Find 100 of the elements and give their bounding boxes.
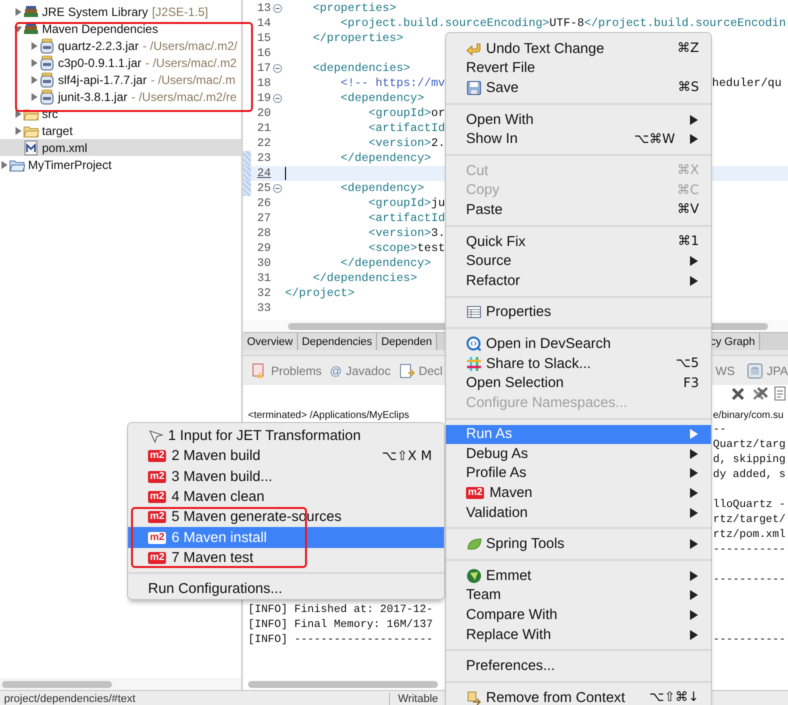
remove-context-icon — [466, 690, 482, 705]
menu-item[interactable]: Save ⌘S — [446, 78, 711, 98]
menu-item[interactable]: Profile As — [446, 464, 711, 484]
code-line: <groupId>or — [368, 107, 446, 120]
expand-arrow-icon[interactable] — [30, 58, 38, 66]
expand-arrow-icon[interactable] — [14, 126, 22, 134]
view-tab[interactable]: Decl — [398, 362, 443, 378]
code-line: heduler/qu — [712, 77, 782, 90]
view-tab[interactable]: JPA — [746, 362, 788, 378]
line-number: 13 — [256, 2, 271, 15]
menu-item[interactable]: m2 7 Maven test — [128, 548, 444, 568]
tree-item[interactable]: c3p0-0.9.1.1.jar - /Users/mac/.m2 — [0, 54, 241, 71]
menu-item[interactable]: Properties — [446, 302, 711, 322]
line-number: 31 — [256, 272, 271, 285]
menu-item[interactable]: m2 6 Maven install — [128, 527, 444, 548]
view-tab[interactable]: WS — [716, 364, 735, 378]
close-all-icon[interactable] — [752, 386, 768, 402]
line-number: 16 — [256, 47, 271, 60]
document-icon[interactable] — [774, 386, 788, 402]
fold-icon[interactable] — [273, 64, 282, 73]
maven-badge-icon: m2 — [148, 552, 166, 564]
tree-item[interactable]: MyTimerProject — [0, 156, 241, 173]
menu-item[interactable]: m2 4 Maven clean — [128, 486, 444, 508]
expand-arrow-icon[interactable] — [14, 110, 22, 118]
menu-item[interactable]: Replace With — [446, 624, 711, 644]
tree-item[interactable]: junit-3.8.1.jar - /Users/mac/.m2/re — [0, 88, 241, 105]
menu-item[interactable]: m2 Maven — [446, 483, 711, 503]
maven-badge-icon: m2 — [148, 470, 166, 483]
menu-item[interactable]: Spring Tools — [446, 534, 711, 554]
menu-item[interactable]: Undo Text Change ⌘Z — [446, 39, 711, 59]
menu-item[interactable]: Debug As — [446, 444, 711, 464]
tree-item[interactable]: quartz-2.2.3.jar - /Users/mac/.m2/ — [0, 37, 241, 54]
save-icon — [466, 80, 482, 96]
menu-item[interactable]: Show In ⌥⌘W — [446, 129, 711, 149]
code-line: </dependencies> — [312, 272, 418, 285]
console-line: d, skipping — [713, 454, 786, 466]
close-icon[interactable] — [730, 386, 746, 402]
line-number: 28 — [256, 227, 271, 240]
scrollbar-thumb[interactable] — [2, 680, 112, 688]
tree-item[interactable]: Maven Dependencies — [0, 20, 241, 37]
menu-item[interactable]: Run Configurations... — [128, 579, 444, 600]
menu-item[interactable]: Validation — [446, 502, 711, 522]
line-number: 32 — [256, 287, 271, 300]
tree-item[interactable]: target — [0, 122, 241, 139]
expand-arrow-icon[interactable] — [30, 42, 38, 50]
tree-item[interactable]: slf4j-api-1.7.7.jar - /Users/mac/.m — [0, 71, 241, 88]
pointer-icon — [148, 428, 164, 444]
menu-item[interactable]: Preferences... — [446, 656, 711, 676]
menu-item[interactable]: Paste ⌘V — [446, 200, 711, 220]
expand-arrow-icon[interactable] — [30, 92, 38, 100]
fold-icon[interactable] — [273, 184, 282, 193]
code-line: <properties> — [312, 2, 396, 15]
code-line: </project> — [285, 287, 355, 300]
line-number: 23 — [256, 152, 271, 165]
expand-arrow-icon[interactable] — [14, 8, 22, 16]
console-line: <terminated> /Applications/MyEclips — [248, 410, 410, 421]
menu-item[interactable]: m2 3 Maven build... — [128, 466, 444, 487]
menu-item[interactable]: Run As — [446, 424, 711, 444]
menu-item[interactable]: Open Selection F3 — [446, 373, 711, 393]
expand-arrow-icon[interactable] — [0, 160, 8, 168]
view-tab[interactable]: @ Javadoc — [330, 364, 391, 378]
menu-item[interactable]: Source — [446, 251, 711, 271]
menu-item[interactable]: Team — [446, 586, 711, 606]
console-line: dy added, s — [713, 468, 786, 480]
fold-icon[interactable] — [273, 4, 282, 13]
code-line: </properties> — [312, 32, 404, 45]
line-number: 19 — [256, 92, 271, 105]
menu-item[interactable]: m2 2 Maven build ⌥⇧X M — [128, 446, 444, 467]
fold-icon[interactable] — [273, 94, 282, 103]
menu-item[interactable]: Remove from Context ⌥⇧⌘↓ — [446, 688, 711, 705]
menu-item[interactable]: 1 Input for JET Transformation — [128, 426, 444, 446]
view-tab[interactable]: Problems — [251, 362, 322, 378]
collapse-arrow-icon[interactable] — [14, 24, 22, 32]
menu-item[interactable]: Emmet — [446, 566, 711, 586]
line-number: 25 — [256, 182, 271, 195]
jar-icon — [39, 72, 55, 88]
menu-item[interactable]: Quick Fix ⌘1 — [446, 232, 711, 252]
menu-item[interactable]: Compare With — [446, 605, 711, 625]
editor-tab[interactable]: Dependen — [377, 333, 437, 350]
text-cursor — [285, 167, 286, 180]
menu-item[interactable]: Open With — [446, 110, 711, 130]
library-icon — [23, 4, 39, 20]
code-line: <scope>test — [368, 242, 446, 255]
editor-tab[interactable]: Overview — [243, 333, 298, 350]
code-line: <!-- https://mv — [340, 77, 446, 90]
menu-item[interactable]: Share to Slack... ⌥5 — [446, 354, 711, 374]
tree-item[interactable]: pom.xml — [0, 139, 241, 156]
triangle-badge-icon — [466, 568, 482, 584]
maven-badge-icon: m2 — [148, 450, 166, 462]
tree-item[interactable]: JRE System Library [J2SE-1.5] — [0, 3, 241, 20]
menu-item[interactable]: Refactor — [446, 270, 711, 291]
menu-item[interactable]: Revert File — [446, 58, 711, 78]
console-line: lloQuartz - — [713, 498, 786, 510]
editor-tab[interactable]: Dependencies — [298, 333, 378, 350]
code-line: <dependencies> — [312, 62, 410, 75]
scrollbar-thumb[interactable] — [248, 680, 438, 688]
expand-arrow-icon[interactable] — [30, 76, 38, 84]
console-line: ----------- — [713, 574, 786, 586]
console-line: e/binary/com.su — [713, 410, 784, 421]
console-line: -- — [713, 424, 726, 436]
